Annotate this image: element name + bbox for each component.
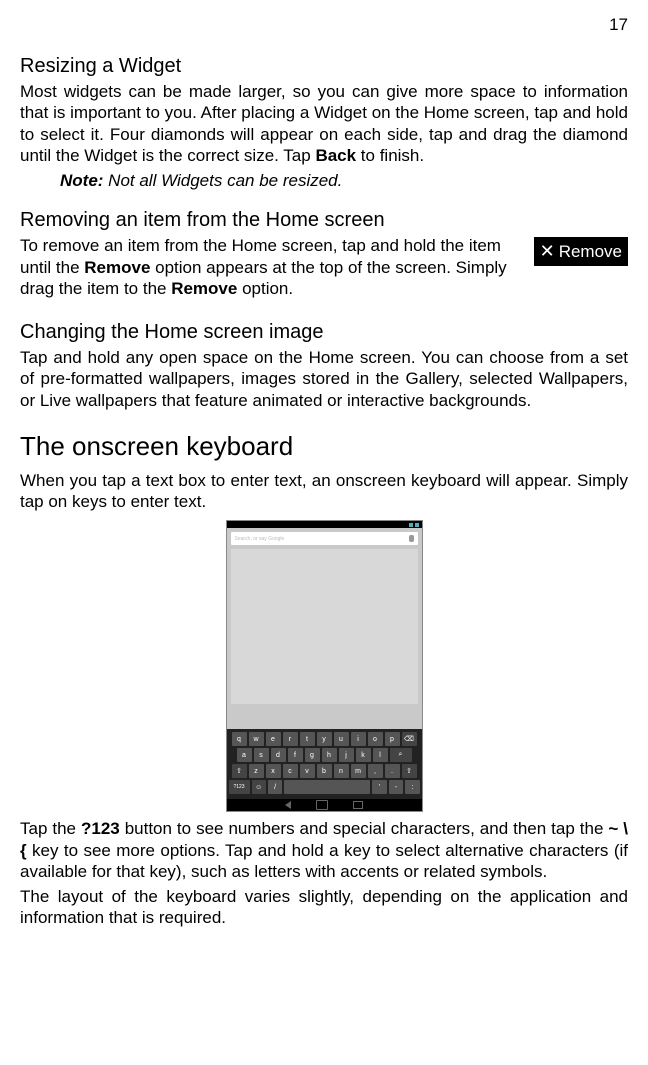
key-o[interactable]: o — [368, 732, 383, 746]
key-search[interactable]: ⌕ — [390, 748, 412, 762]
note-text: Not all Widgets can be resized. — [103, 171, 342, 190]
nav-recent-icon[interactable] — [353, 801, 363, 809]
key-emoji[interactable]: ☺ — [252, 780, 266, 794]
keyboard-row-4: ?123 ☺ / ' - : — [229, 780, 420, 794]
remove-text-2: Remove — [171, 279, 237, 298]
key-h[interactable]: h — [322, 748, 337, 762]
key-y[interactable]: y — [317, 732, 332, 746]
key-z[interactable]: z — [249, 764, 264, 778]
resizing-widget-heading: Resizing a Widget — [20, 55, 628, 78]
key-e[interactable]: e — [266, 732, 281, 746]
onscreen-para2: Tap the ?123 button to see numbers and s… — [20, 818, 628, 882]
close-icon: ✕ — [540, 241, 555, 262]
key-backspace[interactable]: ⌫ — [402, 732, 417, 746]
para2-b: button to see numbers and special charac… — [120, 819, 609, 838]
key-k[interactable]: k — [356, 748, 371, 762]
key-c[interactable]: c — [283, 764, 298, 778]
nav-back-icon[interactable] — [285, 801, 291, 809]
nav-home-icon[interactable] — [316, 800, 328, 810]
search-bar[interactable]: Search, or say Google — [231, 532, 418, 545]
key123-text: ?123 — [81, 819, 120, 838]
key-d[interactable]: d — [271, 748, 286, 762]
resizing-para-b: to finish. — [356, 146, 424, 165]
wifi-icon — [409, 523, 413, 527]
changing-image-para: Tap and hold any open space on the Home … — [20, 347, 628, 411]
removing-para: To remove an item from the Home screen, … — [20, 235, 524, 299]
key-s[interactable]: s — [254, 748, 269, 762]
key-123[interactable]: ?123 — [229, 780, 250, 794]
key-t[interactable]: t — [300, 732, 315, 746]
removing-para-c: option. — [237, 279, 293, 298]
resizing-note: Note: Not all Widgets can be resized. — [60, 170, 628, 191]
note-label: Note: — [60, 171, 103, 190]
key-apostrophe[interactable]: ' — [372, 780, 386, 794]
key-v[interactable]: v — [300, 764, 315, 778]
key-w[interactable]: w — [249, 732, 264, 746]
key-slash[interactable]: / — [268, 780, 282, 794]
para2-c: key to see more options. Tap and hold a … — [20, 841, 628, 881]
onscreen-keyboard-heading: The onscreen keyboard — [20, 431, 628, 462]
content-area — [231, 549, 418, 704]
para2-a: Tap the — [20, 819, 81, 838]
search-placeholder: Search, or say Google — [235, 536, 285, 542]
keyboard-row-2: a s d f g h j k l ⌕ — [229, 748, 420, 762]
removing-item-heading: Removing an item from the Home screen — [20, 209, 628, 232]
key-q[interactable]: q — [232, 732, 247, 746]
key-x[interactable]: x — [266, 764, 281, 778]
nav-bar — [227, 799, 422, 811]
remove-text-1: Remove — [84, 258, 150, 277]
key-dash[interactable]: - — [389, 780, 403, 794]
keyboard: q w e r t y u i o p ⌫ a s d f g h j k — [227, 729, 422, 799]
changing-image-heading: Changing the Home screen image — [20, 321, 628, 344]
key-f[interactable]: f — [288, 748, 303, 762]
key-colon[interactable]: : — [405, 780, 419, 794]
mic-icon[interactable] — [409, 535, 414, 542]
key-space[interactable] — [284, 780, 370, 794]
keyboard-row-3: ⇧ z x c v b n m , . ⇧ — [229, 764, 420, 778]
key-comma[interactable]: , — [368, 764, 383, 778]
remove-button[interactable]: ✕ Remove — [534, 237, 628, 266]
key-p[interactable]: p — [385, 732, 400, 746]
keyboard-row-1: q w e r t y u i o p ⌫ — [229, 732, 420, 746]
key-shift-left[interactable]: ⇧ — [232, 764, 247, 778]
key-m[interactable]: m — [351, 764, 366, 778]
status-bar — [227, 521, 422, 528]
keyboard-screenshot: Search, or say Google q w e r t y u i o … — [226, 520, 423, 812]
key-j[interactable]: j — [339, 748, 354, 762]
onscreen-para3: The layout of the keyboard varies slight… — [20, 886, 628, 929]
key-g[interactable]: g — [305, 748, 320, 762]
key-r[interactable]: r — [283, 732, 298, 746]
key-a[interactable]: a — [237, 748, 252, 762]
key-shift-right[interactable]: ⇧ — [402, 764, 417, 778]
remove-button-label: Remove — [559, 242, 622, 262]
key-b[interactable]: b — [317, 764, 332, 778]
key-u[interactable]: u — [334, 732, 349, 746]
key-i[interactable]: i — [351, 732, 366, 746]
back-text: Back — [315, 146, 356, 165]
onscreen-para1: When you tap a text box to enter text, a… — [20, 470, 628, 513]
resizing-widget-para: Most widgets can be made larger, so you … — [20, 81, 628, 166]
key-period[interactable]: . — [385, 764, 400, 778]
page-number: 17 — [20, 15, 628, 35]
battery-icon — [415, 523, 419, 527]
key-n[interactable]: n — [334, 764, 349, 778]
key-l[interactable]: l — [373, 748, 388, 762]
